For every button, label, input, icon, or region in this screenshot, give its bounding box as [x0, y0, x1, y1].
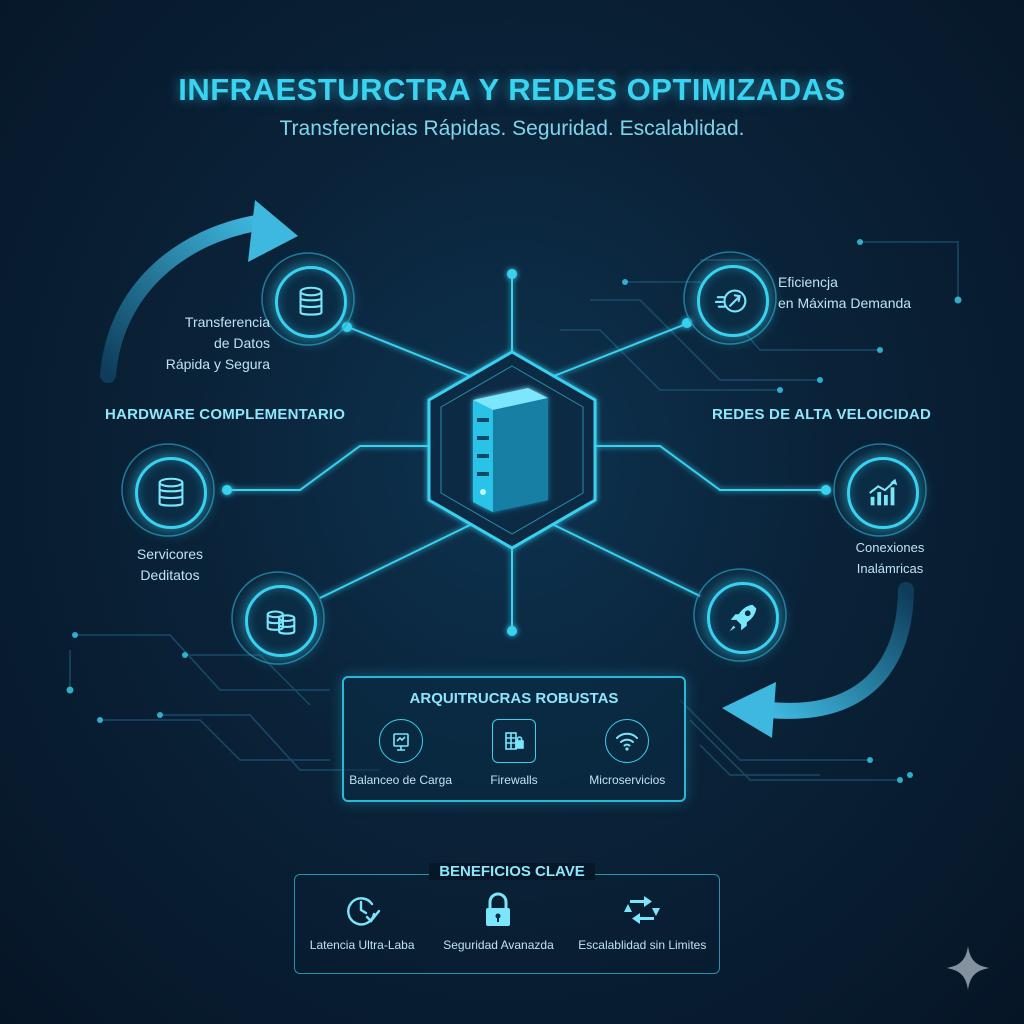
- architecture-item-balanceo: Balanceo de Carga: [346, 719, 456, 787]
- wireless-node: [847, 457, 919, 529]
- efficiency-label: Eficiencja en Máxima Demanda: [778, 272, 911, 314]
- transfer-label-line2: de Datos: [213, 335, 270, 351]
- architecture-panel: ARQUITRUCRAS ROBUSTAS Balanceo de Carga …: [342, 676, 686, 802]
- servers-label-line2: Deditatos: [140, 567, 200, 583]
- architecture-item-label: Firewalls: [490, 773, 538, 787]
- transfer-label-line3: Rápida y Segura: [165, 356, 270, 372]
- transfer-node: [275, 266, 347, 338]
- wifi-icon: [605, 719, 650, 763]
- central-server-icon: [473, 388, 548, 512]
- benefit-security: Seguridad Avanazda: [431, 890, 566, 952]
- servers-label: Servicores Deditatos: [110, 544, 230, 586]
- benefits-title-wrap: BENEFICIOS CLAVE: [0, 863, 1024, 881]
- benefits-title: BENEFICIOS CLAVE: [429, 863, 595, 880]
- server-stack-icon: [158, 477, 184, 507]
- lock-icon: [486, 892, 511, 926]
- page-subtitle: Transferencias Rápidas. Seguridad. Escal…: [279, 117, 745, 140]
- page-title: INFRAESTURCTRA Y REDES OPTIMIZADAS: [178, 72, 846, 107]
- benefit-latency: Latencia Ultra-Laba: [295, 890, 430, 952]
- benefit-scalability: Escalablidad sin Limites: [567, 890, 717, 952]
- wireless-label-line1: Conexiones: [855, 540, 925, 555]
- benefit-label: Latencia Ultra-Laba: [309, 938, 415, 952]
- efficiency-node: [697, 265, 769, 337]
- architecture-item-label: Microservicios: [589, 773, 666, 787]
- balance-icon: [378, 719, 423, 763]
- section-hardware: HARDWARE COMPLEMENTARIO: [105, 406, 346, 423]
- cycle-arrow-bottom: [762, 582, 914, 719]
- rocket-node: [707, 582, 779, 654]
- transfer-label: Transferencia de Datos Rápida y Segura: [160, 312, 270, 375]
- firewall-icon: [491, 719, 536, 763]
- storage-node: [245, 585, 317, 657]
- architecture-item-microservicios: Microservicios: [572, 719, 682, 787]
- speed-icon: [714, 289, 747, 313]
- benefit-label: Seguridad Avanazda: [443, 938, 554, 952]
- benefits-items: Latencia Ultra-Laba Seguridad Avanazda E…: [294, 890, 718, 952]
- database-icon: [299, 286, 323, 316]
- architecture-item-firewalls: Firewalls: [459, 719, 569, 787]
- architecture-items: Balanceo de Carga Firewalls Microservici…: [344, 719, 684, 787]
- wireless-label: Conexiones Inalámricas: [840, 537, 940, 579]
- benefit-label: Escalablidad sin Limites: [578, 938, 707, 952]
- wireless-label-line2: Inalámricas: [856, 561, 924, 576]
- rocket-icon: [729, 604, 757, 632]
- section-networks: REDES DE ALTA VELOICIDAD: [712, 406, 931, 423]
- efficiency-label-line1: Eficiencja: [778, 274, 838, 290]
- sparkle-icon: [946, 946, 990, 990]
- chart-up-icon: [869, 478, 898, 506]
- servers-label-line1: Servicores: [136, 546, 204, 562]
- architecture-item-label: Balanceo de Carga: [349, 773, 453, 787]
- architecture-title: ARQUITRUCRAS ROBUSTAS: [409, 690, 619, 707]
- transfer-label-line1: Transferencia: [184, 314, 270, 330]
- storage-icon: [266, 610, 296, 635]
- scale-arrows-icon: [624, 896, 661, 924]
- efficiency-label-line2: en Máxima Demanda: [778, 295, 912, 311]
- servers-node: [135, 457, 207, 529]
- clock-check-icon: [347, 897, 381, 926]
